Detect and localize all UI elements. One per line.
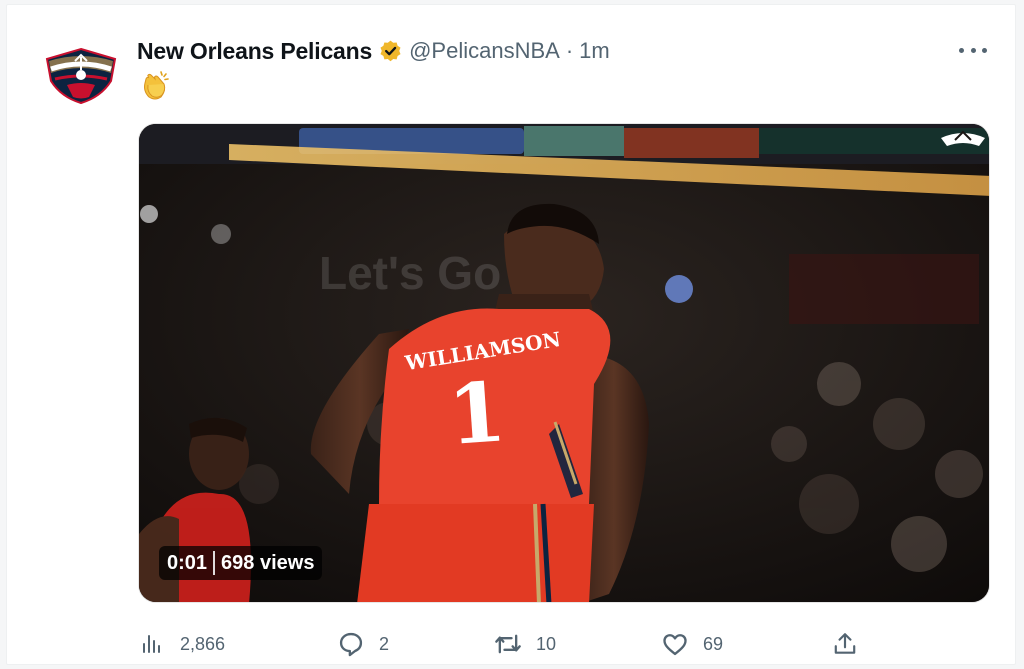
retweet-count: 10: [536, 633, 557, 654]
video-frame: Let's Go WILLIAMSON 1: [139, 124, 989, 602]
tweet-card[interactable]: New Orleans Pelicans @PelicansNBA · 1m L…: [6, 4, 1016, 665]
display-name[interactable]: New Orleans Pelicans: [137, 38, 372, 65]
post-time[interactable]: 1m: [579, 38, 610, 64]
views-count: 2,866: [180, 633, 226, 654]
separator-dot: ·: [565, 38, 574, 63]
like-button[interactable]: 69: [661, 627, 723, 661]
video-views: 698 views: [221, 551, 315, 574]
user-handle[interactable]: @PelicansNBA: [409, 38, 560, 64]
retweet-button[interactable]: 10: [494, 627, 556, 661]
action-bar: 2,866 2 10 69: [138, 627, 858, 661]
analytics-icon: [138, 630, 166, 658]
jersey-number: 1: [445, 364, 509, 464]
video-player[interactable]: Let's Go WILLIAMSON 1 0:01 698 views: [138, 123, 990, 603]
like-count: 69: [703, 633, 724, 654]
views-button[interactable]: 2,866: [138, 627, 225, 661]
reply-count: 2: [379, 633, 390, 654]
clapping-hands-icon: [139, 69, 171, 103]
video-info-badge: 0:01 698 views: [159, 546, 323, 580]
heart-icon: [661, 630, 689, 658]
svg-text:Let's Go: Let's Go: [319, 247, 501, 299]
reply-icon: [337, 630, 365, 658]
share-button[interactable]: [831, 627, 859, 661]
share-icon: [831, 630, 859, 658]
avatar[interactable]: [41, 45, 121, 109]
reply-button[interactable]: 2: [337, 627, 389, 661]
tweet-header: New Orleans Pelicans @PelicansNBA · 1m: [137, 35, 610, 67]
badge-divider: [213, 551, 216, 575]
more-options-icon[interactable]: [959, 39, 987, 61]
video-timestamp: 0:01: [167, 551, 208, 574]
verified-badge-icon: [378, 39, 403, 64]
retweet-icon: [494, 630, 522, 658]
pelicans-logo-icon: [45, 47, 117, 105]
